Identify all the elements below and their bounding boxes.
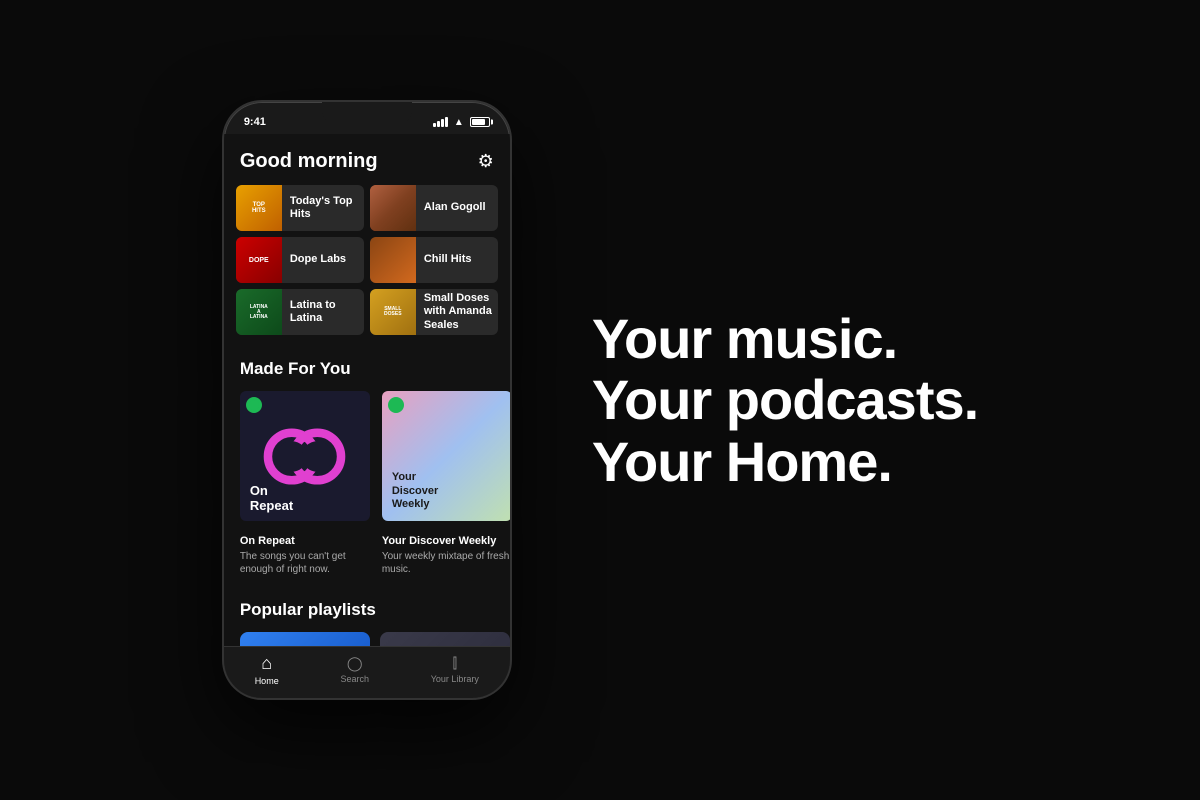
thumb-chill	[370, 237, 416, 283]
phone-content[interactable]: Good morning ⚙ TOPHITS Today's Top Hits	[224, 134, 510, 646]
quick-item-alan[interactable]: Alan Gogoll	[370, 185, 498, 231]
made-for-you-title: Made For You	[224, 359, 510, 391]
library-icon: ⫿	[453, 655, 457, 672]
quick-item-chill[interactable]: Chill Hits	[370, 237, 498, 283]
nav-library[interactable]: ⫿ Your Library	[431, 655, 479, 684]
thumb-label-small: SMALLDOSES	[384, 307, 402, 317]
bottom-nav: ⌂ Home ◯ Search ⫿ Your Library	[224, 646, 510, 698]
discover-desc: Your weekly mixtape of fresh music.	[382, 550, 510, 576]
thumb-label-latina: LATINAALATINA	[250, 305, 268, 320]
popular-playlists-scroll[interactable]: Feelin' Good Pumped Pop	[224, 632, 510, 646]
quick-access-grid: TOPHITS Today's Top Hits Alan Gogoll DOP…	[224, 185, 510, 335]
on-repeat-card-label: OnRepeat	[250, 483, 293, 513]
tagline-line1: Your music.	[592, 308, 978, 370]
quick-label-top-hits: Today's Top Hits	[290, 195, 364, 221]
quick-label-alan: Alan Gogoll	[424, 201, 486, 214]
nav-search[interactable]: ◯ Search	[340, 655, 369, 684]
quick-item-dope[interactable]: DOPE Dope Labs	[236, 237, 364, 283]
discover-name: Your Discover Weekly	[382, 535, 510, 547]
phone-notch	[322, 102, 412, 124]
nav-home[interactable]: ⌂ Home	[255, 653, 279, 686]
quick-item-latina[interactable]: LATINAALATINA Latina to Latina	[236, 289, 364, 335]
thumb-latina: LATINAALATINA	[236, 289, 282, 335]
signal-icon	[433, 117, 448, 127]
wifi-icon: ▲	[454, 117, 464, 128]
battery-icon	[470, 117, 490, 127]
on-repeat-desc: The songs you can't get enough of right …	[240, 550, 370, 576]
tagline-line3: Your Home.	[592, 431, 978, 493]
tagline-line2: Your podcasts.	[592, 369, 978, 431]
quick-label-dope: Dope Labs	[290, 253, 346, 266]
spotify-logo-on-repeat	[246, 397, 262, 413]
playlist-card-discover[interactable]: YourDiscoverWeekly	[382, 391, 510, 527]
settings-button[interactable]: ⚙	[478, 151, 494, 172]
popular-card-feelin-good[interactable]: Feelin' Good	[240, 632, 370, 646]
quick-item-top-hits[interactable]: TOPHITS Today's Top Hits	[236, 185, 364, 231]
thumb-top-hits: TOPHITS	[236, 185, 282, 231]
popular-card-pumped-pop[interactable]: Pumped Pop	[380, 632, 510, 646]
phone-body: 9:41 ▲ Good morning ⚙	[222, 100, 512, 700]
status-time: 9:41	[244, 116, 266, 128]
search-label: Search	[340, 674, 369, 684]
quick-label-small: Small Doses with Amanda Seales	[424, 292, 498, 332]
playlist-card-on-repeat[interactable]: OnRepeat	[240, 391, 370, 527]
quick-label-latina: Latina to Latina	[290, 299, 364, 325]
greeting-text: Good morning	[240, 150, 378, 173]
thumb-alan	[370, 185, 416, 231]
home-icon: ⌂	[261, 653, 272, 674]
made-for-you-cards[interactable]: OnRepeat YourDiscoverWeekly	[224, 391, 510, 527]
thumb-label-dope: DOPE	[249, 257, 269, 264]
library-label: Your Library	[431, 674, 479, 684]
content-header: Good morning ⚙	[224, 134, 510, 185]
discover-weekly-card-text: YourDiscoverWeekly	[392, 471, 438, 511]
status-icons: ▲	[433, 117, 490, 128]
spotify-logo-discover	[388, 397, 404, 413]
thumb-label: TOPHITS	[252, 202, 266, 214]
made-for-you-labels: On Repeat The songs you can't get enough…	[224, 535, 510, 576]
scene: 9:41 ▲ Good morning ⚙	[0, 0, 1200, 800]
search-icon: ◯	[347, 655, 363, 672]
tagline-section: Your music. Your podcasts. Your Home.	[592, 308, 978, 493]
quick-item-small[interactable]: SMALLDOSES Small Doses with Amanda Seale…	[370, 289, 498, 335]
thumb-dope: DOPE	[236, 237, 282, 283]
card-img-discover: YourDiscoverWeekly	[382, 391, 510, 521]
thumb-small: SMALLDOSES	[370, 289, 416, 335]
quick-label-chill: Chill Hits	[424, 253, 472, 266]
phone-mockup: 9:41 ▲ Good morning ⚙	[222, 100, 512, 700]
on-repeat-name: On Repeat	[240, 535, 370, 547]
home-label: Home	[255, 676, 279, 686]
label-discover: Your Discover Weekly Your weekly mixtape…	[382, 535, 510, 576]
card-img-on-repeat: OnRepeat	[240, 391, 370, 521]
label-on-repeat: On Repeat The songs you can't get enough…	[240, 535, 370, 576]
popular-playlists-title: Popular playlists	[224, 600, 510, 632]
